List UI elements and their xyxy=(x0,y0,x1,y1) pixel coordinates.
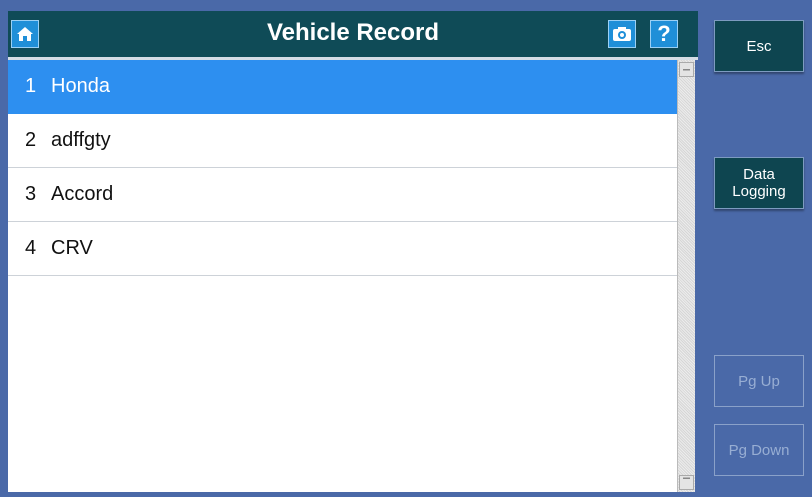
scroll-up-button[interactable] xyxy=(679,62,694,77)
esc-button[interactable]: Esc xyxy=(714,20,804,72)
list-item-label: CRV xyxy=(51,237,93,259)
list-item-label: Accord xyxy=(51,183,114,205)
list-item-number: 3 xyxy=(25,183,37,205)
scroll-down-button[interactable] xyxy=(679,475,694,490)
list-item-number: 2 xyxy=(25,129,37,151)
home-icon xyxy=(17,27,33,41)
scroll-down-icon xyxy=(683,477,690,479)
list-item[interactable]: 3 Accord xyxy=(8,168,677,222)
data-logging-label-line1: Data xyxy=(743,166,775,183)
page-title: Vehicle Record xyxy=(266,19,440,46)
data-logging-label: Data Logging xyxy=(732,166,785,200)
list-item-label: adffgty xyxy=(51,129,111,151)
list-item[interactable]: 4 CRV xyxy=(8,222,677,276)
home-button[interactable] xyxy=(11,20,39,48)
page-up-button[interactable]: Pg Up xyxy=(714,355,804,407)
camera-icon xyxy=(613,27,631,41)
data-logging-label-line2: Logging xyxy=(732,183,786,200)
page-up-label: Pg Up xyxy=(738,372,780,390)
help-icon: ? xyxy=(657,21,671,46)
list-item-label: Honda xyxy=(51,75,110,97)
vehicle-list: 1 Honda 2 adffgty 3 Accord 4 CRV xyxy=(8,60,677,492)
list-item-number: 4 xyxy=(25,237,37,259)
esc-button-label: Esc xyxy=(746,37,772,55)
main-frame: Vehicle Record ? 1 Honda 2 adffgty 3 Acc… xyxy=(0,0,700,497)
list-item-number: 1 xyxy=(25,75,37,97)
screenshot-button[interactable] xyxy=(608,20,636,48)
list-scrollbar[interactable] xyxy=(677,60,695,492)
list-item[interactable]: 2 adffgty xyxy=(8,114,677,168)
scroll-up-icon xyxy=(683,69,690,71)
title-bar: Vehicle Record ? xyxy=(8,11,698,60)
data-logging-button[interactable]: Data Logging xyxy=(714,157,804,209)
page-down-label: Pg Down xyxy=(728,441,790,459)
page-down-button[interactable]: Pg Down xyxy=(714,424,804,476)
list-item[interactable]: 1 Honda xyxy=(8,60,677,114)
help-button[interactable]: ? xyxy=(650,20,678,48)
